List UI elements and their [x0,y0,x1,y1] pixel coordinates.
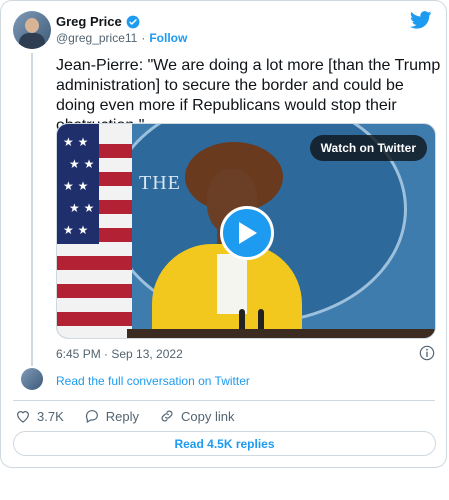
reply-button[interactable]: Reply [84,408,139,424]
thread-line [31,53,33,366]
avatar[interactable] [13,11,51,49]
play-icon [239,222,257,244]
play-button[interactable] [220,206,274,260]
action-bar: 3.7K Reply Copy link [15,408,234,424]
copy-link-button[interactable]: Copy link [159,408,234,424]
speaker-shirt [217,254,247,314]
author-name-row[interactable]: Greg Price [56,14,140,29]
svg-text:★ ★: ★ ★ [69,201,94,215]
reply-icon [85,410,98,424]
svg-text:★ ★: ★ ★ [69,157,94,171]
svg-text:★ ★: ★ ★ [63,135,88,149]
info-icon[interactable] [419,345,435,361]
verified-badge-icon [126,15,140,28]
like-count: 3.7K [37,408,64,424]
watch-on-twitter-button[interactable]: Watch on Twitter [309,135,427,161]
tweet-timestamp[interactable]: 6:45 PM · Sep 13, 2022 [56,347,183,361]
heart-icon [17,411,29,423]
author-handle[interactable]: @greg_price11 [56,31,137,45]
separator-dot: · [141,31,146,45]
small-avatar[interactable] [21,368,43,390]
video-media[interactable]: THE W OUSE ★ ★ ★ ★ ★ ★ ★ ★ ★ ★ Watch on … [56,123,436,339]
divider [13,400,435,401]
svg-text:★ ★: ★ ★ [63,179,88,193]
link-icon [161,410,173,422]
like-button[interactable]: 3.7K [15,408,64,424]
handle-row: @greg_price11 · Follow [56,31,187,45]
author-name[interactable]: Greg Price [56,14,122,29]
read-full-conversation-link[interactable]: Read the full conversation on Twitter [56,374,250,388]
american-flag-image: ★ ★ ★ ★ ★ ★ ★ ★ ★ ★ [57,124,132,338]
podium [127,329,435,338]
copy-link-label: Copy link [181,408,235,424]
twitter-bird-icon[interactable] [410,11,432,29]
reply-label: Reply [105,408,139,424]
svg-text:★ ★: ★ ★ [63,223,88,237]
tweet-card: Greg Price @greg_price11 · Follow Jean-P… [0,0,447,468]
read-replies-button[interactable]: Read 4.5K replies [13,431,436,456]
follow-link[interactable]: Follow [149,31,187,45]
